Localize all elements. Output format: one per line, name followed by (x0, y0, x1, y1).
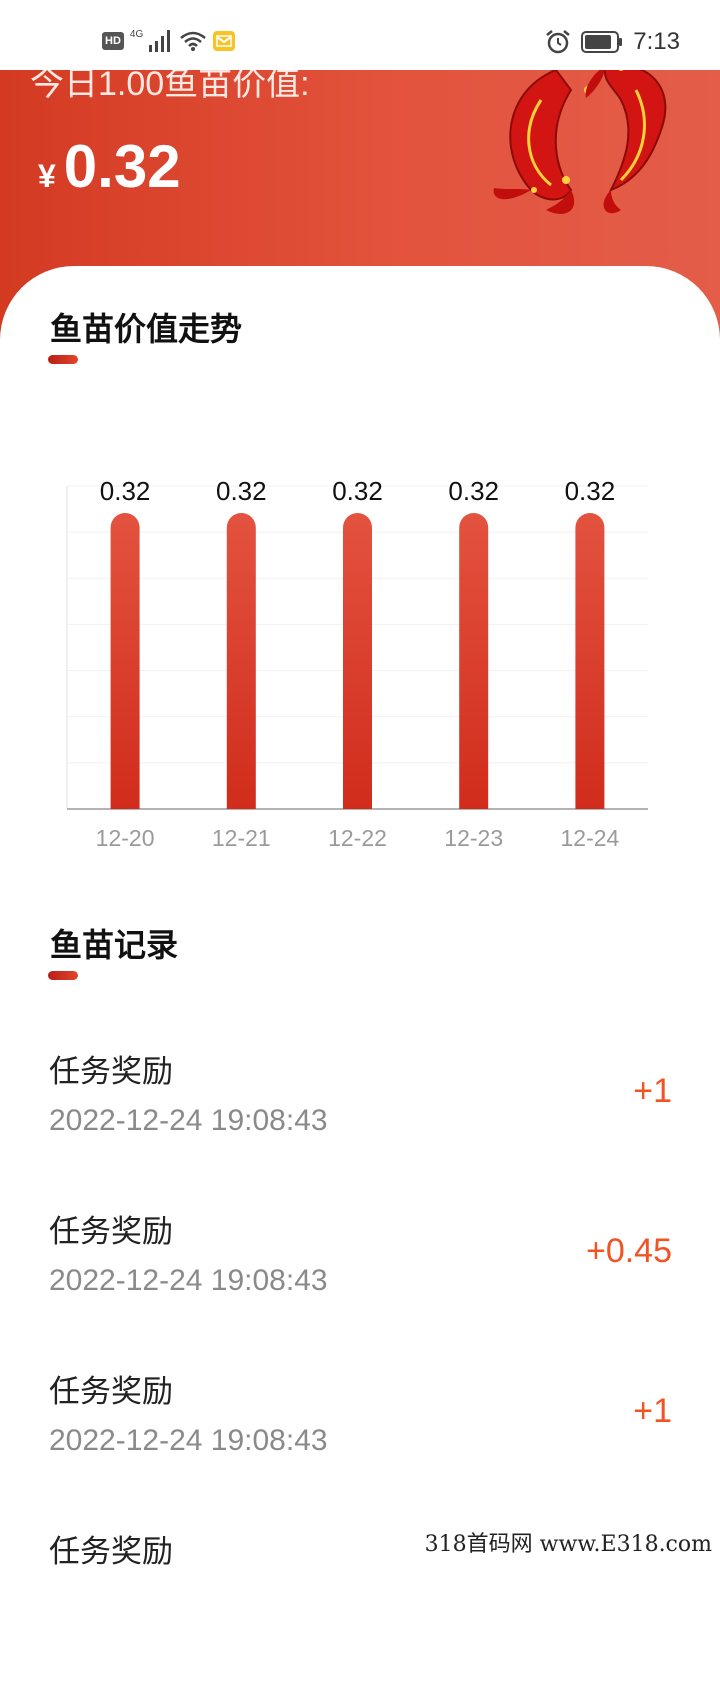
value-trend-chart: 0.32 12-20 0.32 12-21 0.32 12-22 0.32 12-23 0.32… (66, 476, 648, 851)
trend-section-title: 鱼苗价值走势 (50, 310, 243, 348)
value-row: ¥ 0.32 (38, 132, 181, 201)
content-card: 鱼苗价值走势 0.32 12-20 0.32 12-21 0.32 12-22 0.32 12… (0, 266, 720, 1570)
chart-bar (110, 513, 140, 809)
bar-value-label: 0.32 (332, 476, 383, 506)
hd-badge: HD (102, 32, 124, 50)
wifi-icon (180, 31, 207, 51)
record-item: 任务奖励 2022-12-24 19:08:43 +0.45 (0, 1206, 720, 1366)
bar-value-label: 0.32 (100, 476, 151, 506)
record-amount: +1 (633, 1072, 672, 1110)
status-left: HD 4G (102, 28, 236, 54)
signal-icon (149, 30, 171, 52)
bar-value-label: 0.32 (565, 476, 616, 506)
watermark: 318首码网 www.E318.com (420, 1526, 716, 1558)
record-amount: +0.45 (585, 1232, 672, 1270)
status-bar: HD 4G 7:13 (0, 0, 720, 70)
clock: 7:13 (633, 28, 680, 55)
record-time: 2022-12-24 19:08:43 (49, 1104, 328, 1137)
record-time: 2022-12-24 19:08:43 (49, 1424, 328, 1457)
record-label: 任务奖励 (49, 1054, 173, 1090)
x-tick-label: 12-20 (96, 825, 155, 851)
left-koi (493, 70, 575, 214)
record-label: 任务奖励 (49, 1214, 173, 1250)
record-label: 任务奖励 (49, 1374, 173, 1410)
alarm-icon (546, 30, 571, 54)
bar-value-label: 0.32 (216, 476, 267, 506)
fish-value: 0.32 (63, 133, 181, 200)
currency-symbol: ¥ (38, 158, 56, 194)
header-label: 今日1.00鱼苗价值: (30, 70, 310, 103)
record-item: 任务奖励 2022-12-24 19:08:43 +1 (0, 1366, 720, 1526)
records-section-title: 鱼苗记录 (50, 926, 179, 964)
status-right: 7:13 (545, 28, 680, 56)
x-tick-label: 12-21 (212, 825, 271, 851)
chart-bar (459, 513, 489, 809)
battery-icon (581, 31, 623, 53)
koi-fish-icon (493, 70, 667, 214)
right-koi (584, 70, 667, 214)
chart-bar (575, 513, 605, 809)
x-tick-label: 12-23 (444, 825, 503, 851)
records-title-underline (48, 971, 78, 980)
record-item: 任务奖励 2022-12-24 19:08:43 +1 (0, 1046, 720, 1206)
message-icon (213, 31, 236, 51)
chart-bar (226, 513, 256, 809)
record-time: 2022-12-24 19:08:43 (49, 1264, 328, 1297)
x-tick-label: 12-24 (560, 825, 619, 851)
x-tick-label: 12-22 (328, 825, 387, 851)
chart-bar (343, 513, 372, 809)
bar-value-label: 0.32 (448, 476, 499, 506)
network-type: 4G (129, 29, 144, 40)
record-label: 任务奖励 (49, 1534, 173, 1570)
record-amount: +1 (633, 1392, 672, 1430)
trend-title-underline (48, 355, 78, 364)
